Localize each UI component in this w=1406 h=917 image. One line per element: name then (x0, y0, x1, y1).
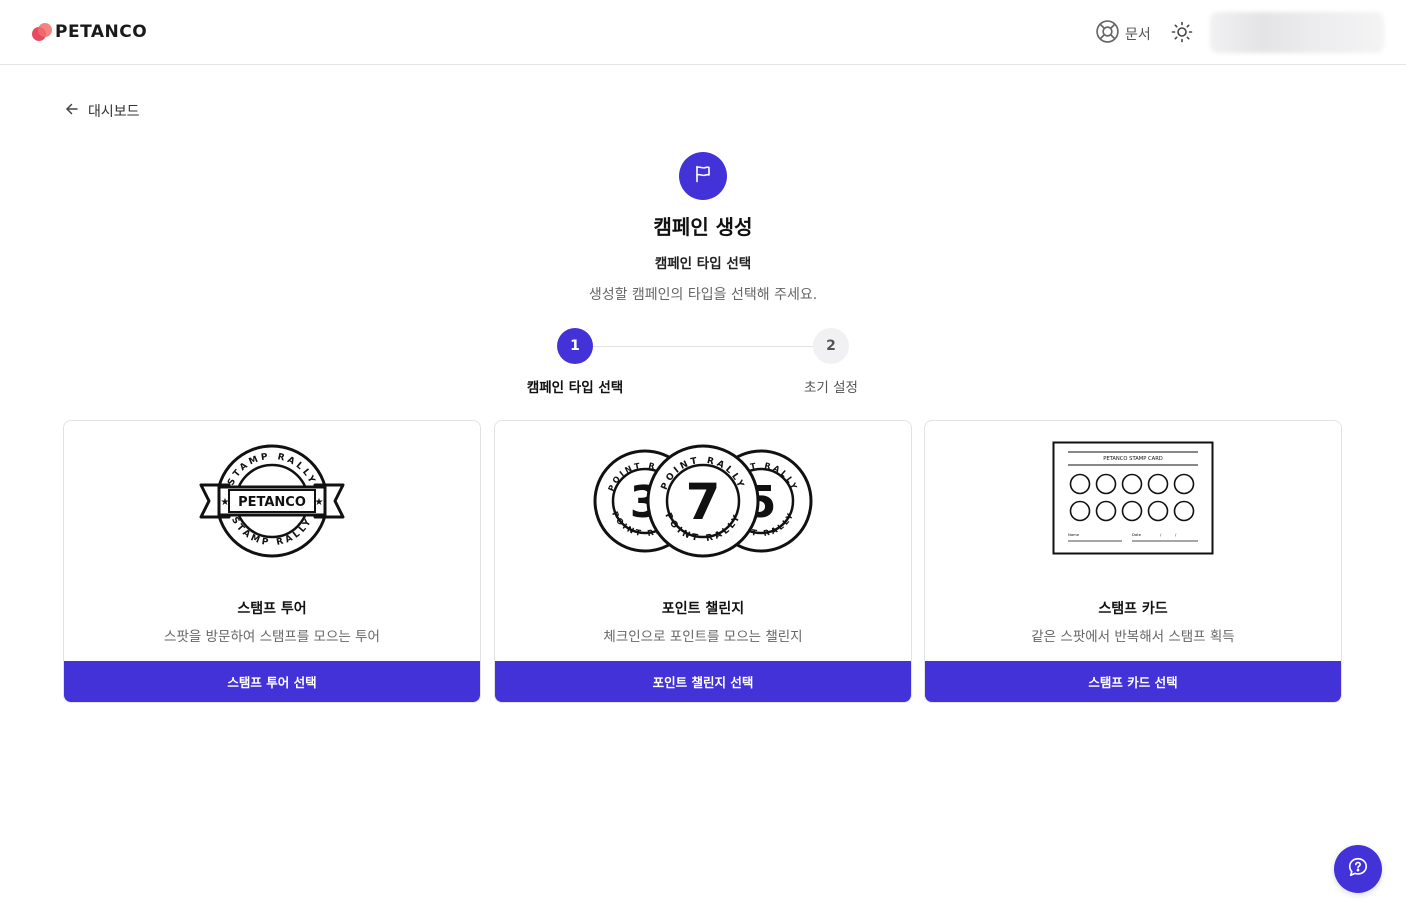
docs-link[interactable]: 문서 (1095, 19, 1151, 48)
svg-text:★: ★ (315, 497, 324, 508)
stamp-rally-badge-icon: STAMP RALLY STAMP RALLY ★ ★ PETANCO (64, 441, 480, 561)
svg-text:PETANCO STAMP CARD: PETANCO STAMP CARD (1103, 456, 1163, 462)
point-challenge-card[interactable]: POINT RALLY POINT RALLY 3 POINT RALLY PO… (494, 420, 912, 703)
lifebuoy-icon (1095, 19, 1120, 48)
step-2-indicator: 2 (813, 328, 849, 364)
select-stamp-tour-button[interactable]: 스탬프 투어 선택 (64, 661, 480, 702)
brand-name: PETANCO (55, 22, 148, 42)
svg-text:7: 7 (686, 473, 721, 531)
theme-toggle-button[interactable] (1170, 20, 1194, 44)
flag-icon (693, 164, 713, 188)
step-1-label: 캠페인 타입 선택 (526, 380, 624, 396)
arrow-left-icon (64, 101, 80, 121)
stamp-card-icon: PETANCO STAMP CARD Name Date / / (925, 441, 1341, 561)
step-1-indicator: 1 (557, 328, 593, 364)
docs-label: 문서 (1125, 26, 1151, 43)
svg-text:★: ★ (221, 497, 230, 508)
svg-text:Date: Date (1132, 532, 1142, 537)
card-title: 포인트 챌린지 (661, 601, 745, 617)
svg-text:Name: Name (1068, 532, 1080, 537)
top-header: PETANCO 문서 (0, 0, 1406, 65)
select-stamp-card-button[interactable]: 스탬프 카드 선택 (925, 661, 1341, 702)
page-description: 생성할 캠페인의 타입을 선택해 주세요. (588, 287, 818, 303)
card-title: 스탬프 카드 (1098, 601, 1168, 617)
logo-mark-icon (31, 22, 53, 42)
card-description: 같은 스팟에서 반복해서 스탬프 획득 (1031, 629, 1235, 645)
campaign-badge (679, 152, 727, 200)
page-subtitle: 캠페인 타입 선택 (654, 256, 752, 272)
stamp-card-card[interactable]: PETANCO STAMP CARD Name Date / / 스탬프 카드 … (924, 420, 1342, 703)
page-title: 캠페인 생성 (653, 215, 753, 239)
brand-logo[interactable]: PETANCO (31, 21, 147, 43)
back-to-dashboard-link[interactable]: 대시보드 (64, 101, 140, 121)
help-question-icon (1347, 856, 1369, 882)
sun-icon (1170, 21, 1194, 48)
user-menu-blurred[interactable] (1210, 12, 1384, 53)
select-point-challenge-button[interactable]: 포인트 챌린지 선택 (495, 661, 911, 702)
stepper-connector (593, 346, 813, 347)
point-rally-coins-icon: POINT RALLY POINT RALLY 3 POINT RALLY PO… (495, 441, 911, 561)
card-description: 스팟을 방문하여 스탬프를 모으는 투어 (164, 629, 380, 645)
help-button[interactable] (1334, 845, 1382, 893)
card-title: 스탬프 투어 (237, 601, 307, 617)
card-description: 체크인으로 포인트를 모으는 챌린지 (603, 629, 803, 645)
stamp-tour-card[interactable]: STAMP RALLY STAMP RALLY ★ ★ PETANCO 스탬프 … (63, 420, 481, 703)
svg-text:PETANCO: PETANCO (238, 495, 306, 510)
back-label: 대시보드 (88, 104, 140, 120)
step-2-label: 초기 설정 (804, 380, 858, 396)
